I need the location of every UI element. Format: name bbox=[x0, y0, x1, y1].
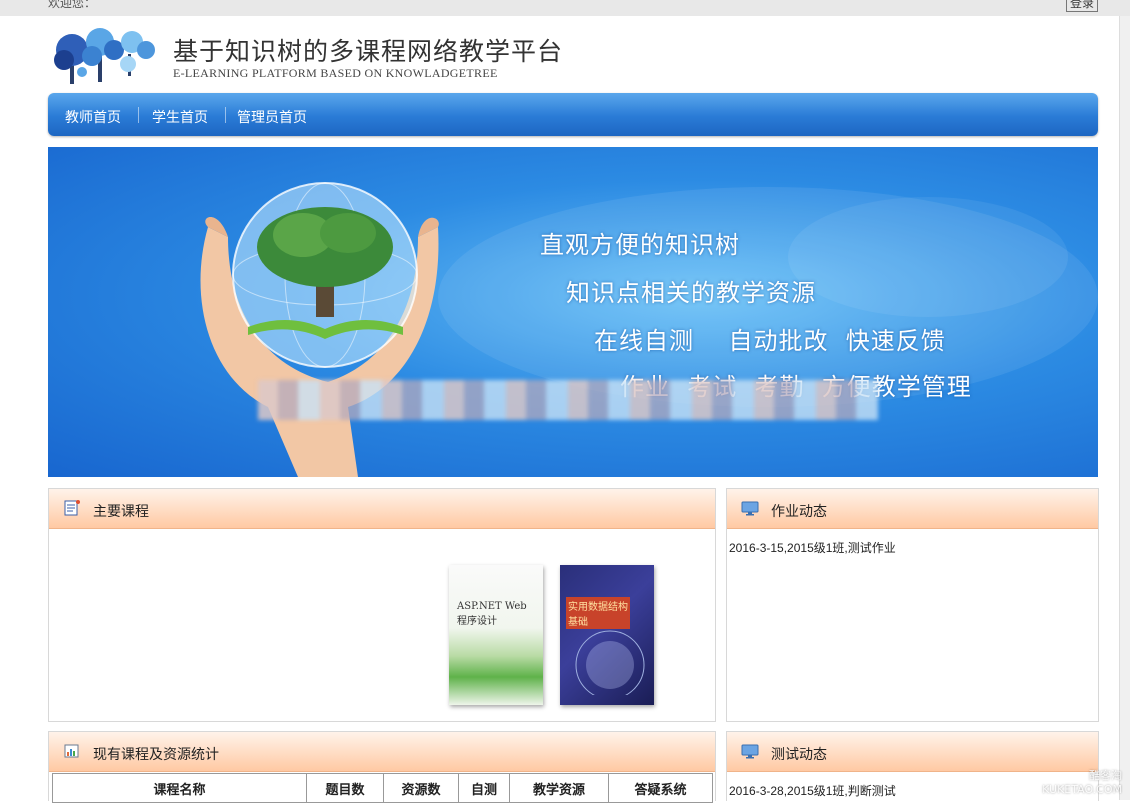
homework-item[interactable]: 2016-3-15,2015级1班,测试作业 bbox=[729, 539, 896, 556]
tests-title: 测试动态 bbox=[771, 747, 827, 763]
banner-line-2: 知识点相关的教学资源 bbox=[566, 279, 816, 307]
course-book-data-structure[interactable]: 实用数据结构基础 bbox=[560, 565, 654, 705]
main-courses-header: 主要课程 bbox=[49, 489, 715, 529]
column-header: 自测 bbox=[458, 773, 510, 803]
homework-header: 作业动态 bbox=[727, 489, 1098, 529]
welcome-text: 欢迎您： bbox=[48, 0, 97, 10]
stats-table: 课程名称 题目数 资源数 自测 教学资源 答疑系统 bbox=[52, 773, 713, 803]
nav-admin-home[interactable]: 管理员首页 bbox=[237, 107, 307, 127]
redacted-area bbox=[258, 380, 878, 420]
course-book-aspnet[interactable]: ASP.NET Web 程序设计 bbox=[449, 565, 543, 705]
table-header-row: 课程名称 题目数 资源数 自测 教学资源 答疑系统 bbox=[52, 773, 713, 803]
nav-teacher-home[interactable]: 教师首页 bbox=[65, 107, 121, 127]
page-scrollbar[interactable] bbox=[1119, 16, 1130, 800]
stats-title: 现有课程及资源统计 bbox=[93, 747, 219, 763]
book-cover-art bbox=[575, 630, 645, 695]
stats-panel: 现有课程及资源统计 课程名称 题目数 资源数 自测 教学资源 答疑系统 bbox=[48, 731, 716, 803]
test-item[interactable]: 2016-3-28,2015级1班,判断测试 bbox=[729, 782, 896, 799]
watermark-line-2: KUKETAO.COM bbox=[1042, 783, 1122, 796]
column-header: 课程名称 bbox=[52, 773, 307, 803]
watermark: 酷客淘 KUKETAO.COM bbox=[1042, 767, 1122, 796]
homework-title: 作业动态 bbox=[771, 504, 827, 520]
nav-separator bbox=[138, 107, 139, 123]
homework-panel: 作业动态 2016-3-15,2015级1班,测试作业 bbox=[726, 488, 1099, 722]
banner-illustration bbox=[200, 182, 1098, 477]
nav-student-home[interactable]: 学生首页 bbox=[152, 107, 208, 127]
stats-header: 现有课程及资源统计 bbox=[49, 732, 715, 772]
main-courses-panel: 主要课程 ASP.NET Web 程序设计 实用数据结构基础 bbox=[48, 488, 716, 722]
banner-line-3: 在线自测 自动批改 快速反馈 bbox=[594, 327, 946, 355]
main-nav: 教师首页 学生首页 管理员首页 bbox=[48, 93, 1098, 136]
banner-line-1: 直观方便的知识树 bbox=[540, 231, 740, 259]
tests-header: 测试动态 bbox=[727, 732, 1098, 772]
site-subtitle: E-LEARNING PLATFORM BASED ON KNOWLADGETR… bbox=[173, 66, 498, 80]
knowledge-tree-logo bbox=[54, 28, 155, 84]
column-header: 教学资源 bbox=[509, 773, 609, 803]
monitor-icon bbox=[741, 744, 759, 759]
chart-icon bbox=[64, 744, 79, 758]
top-bar: 欢迎您： 登录 bbox=[0, 0, 1130, 16]
column-header: 题目数 bbox=[306, 773, 384, 803]
watermark-line-1: 酷客淘 bbox=[1089, 769, 1122, 782]
main-courses-title: 主要课程 bbox=[93, 504, 149, 520]
monitor-icon bbox=[741, 501, 759, 516]
login-link[interactable]: 登录 bbox=[1065, 0, 1098, 12]
nav-separator bbox=[225, 107, 226, 123]
document-icon bbox=[64, 500, 80, 516]
hero-banner: 直观方便的知识树 知识点相关的教学资源 在线自测 自动批改 快速反馈 作业 考试… bbox=[48, 147, 1098, 477]
site-title: 基于知识树的多课程网络教学平台 bbox=[173, 37, 564, 66]
site-header: 基于知识树的多课程网络教学平台 E-LEARNING PLATFORM BASE… bbox=[48, 22, 1098, 90]
book-title: ASP.NET Web 程序设计 bbox=[457, 601, 527, 627]
column-header: 答疑系统 bbox=[608, 773, 713, 803]
column-header: 资源数 bbox=[383, 773, 459, 803]
